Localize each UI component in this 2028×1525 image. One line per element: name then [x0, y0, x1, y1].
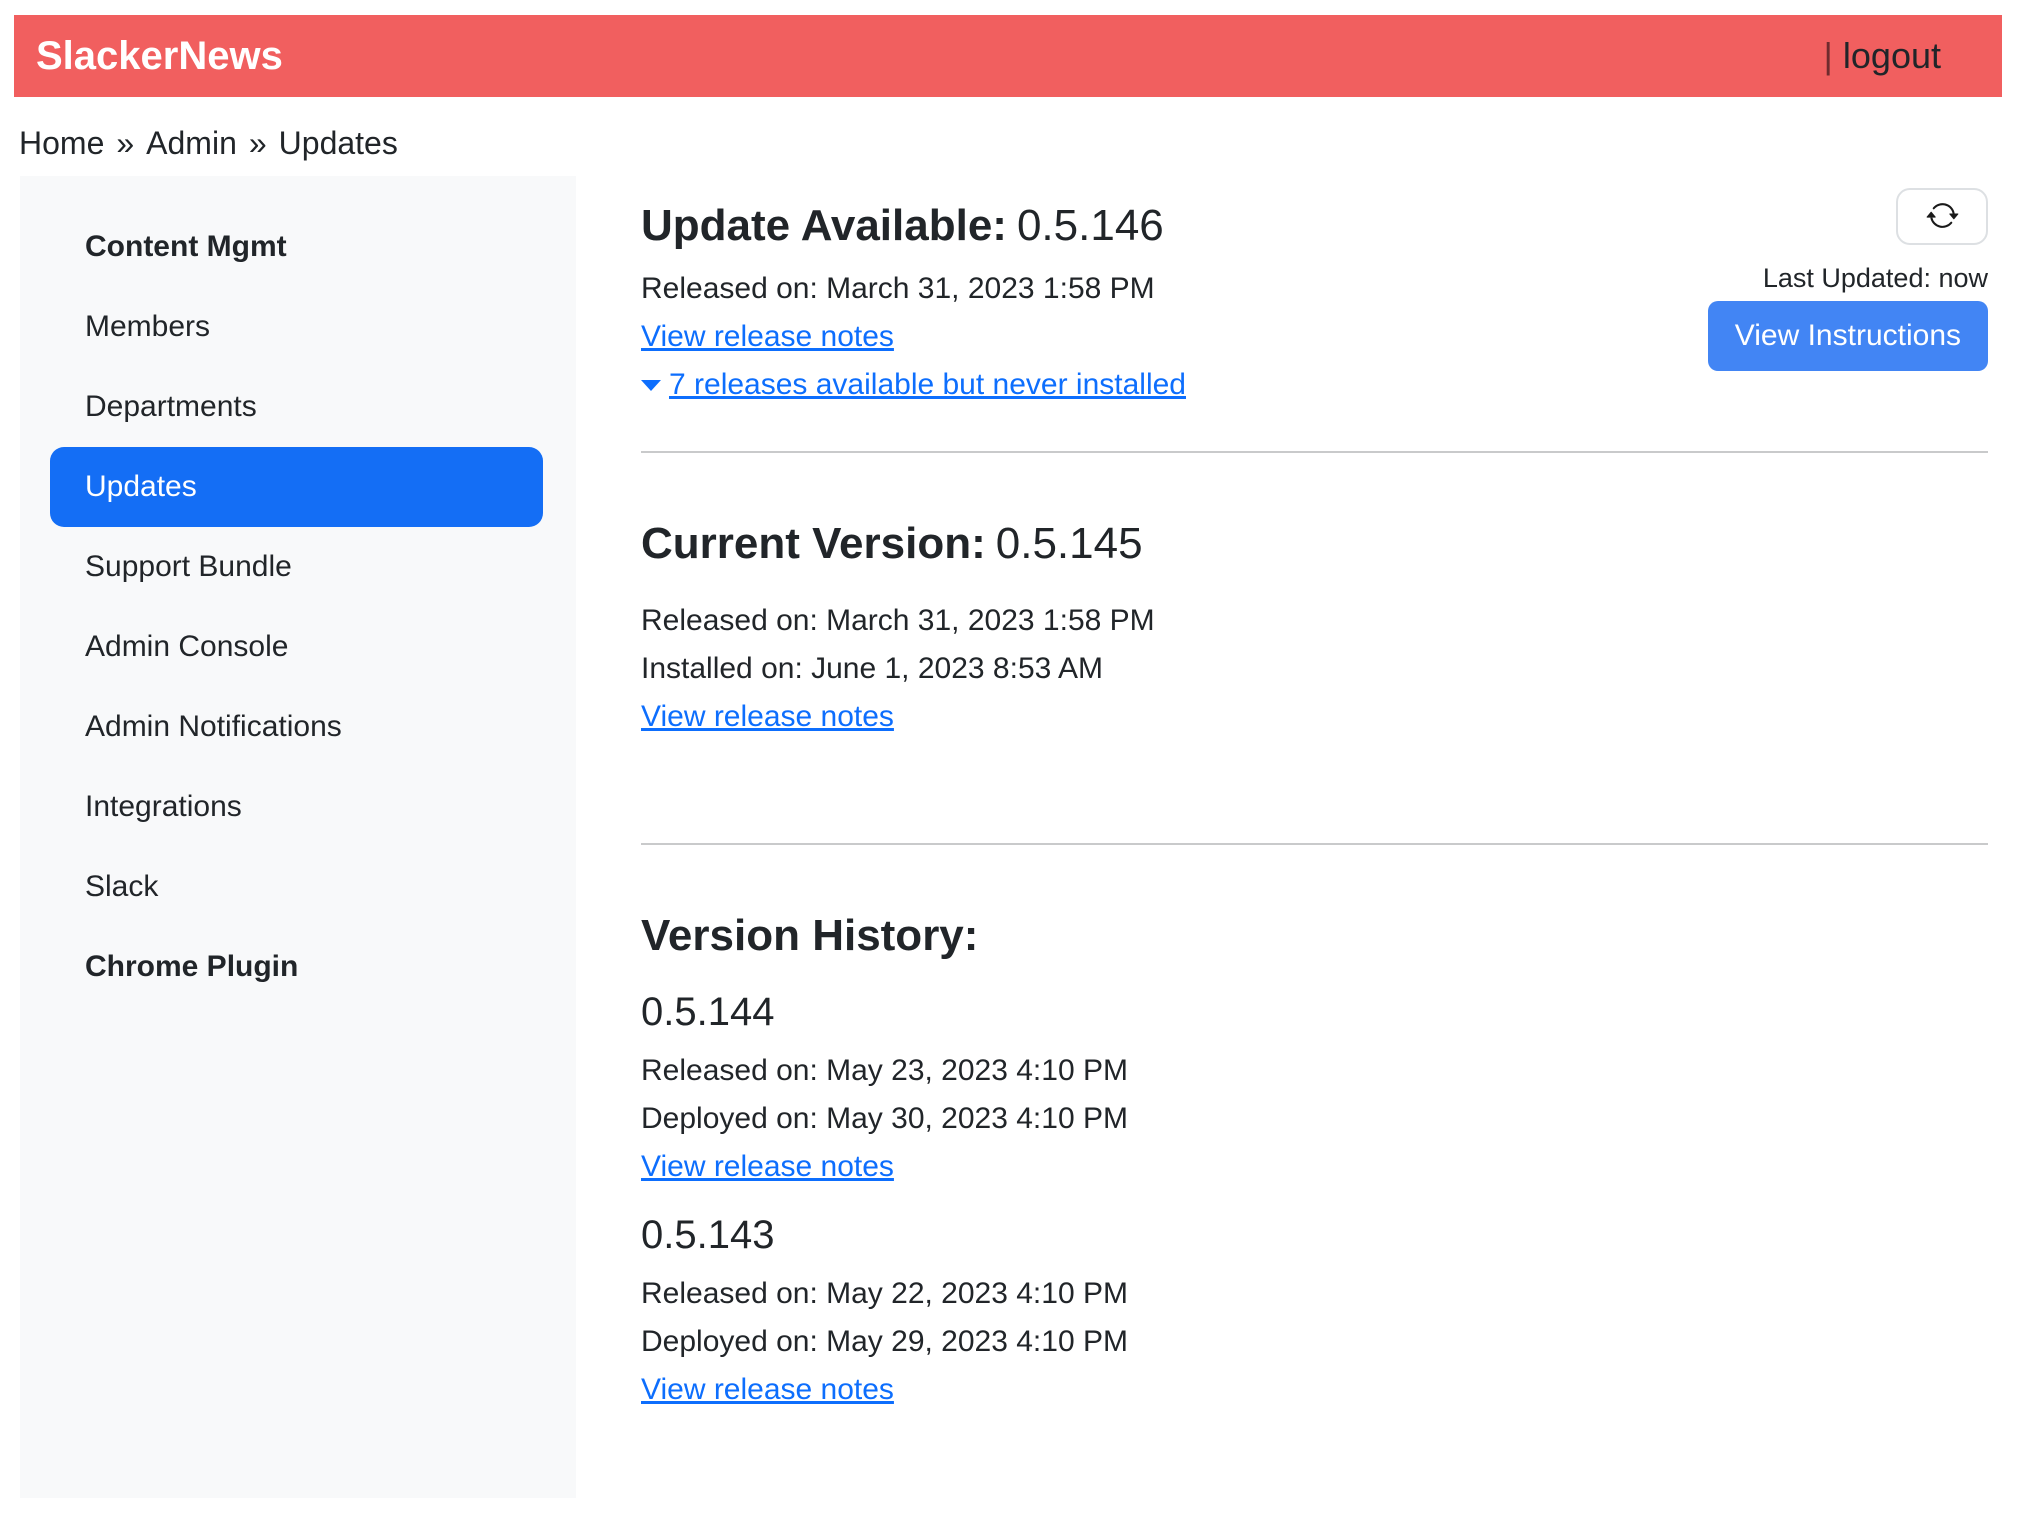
- sidebar-item-admin-console[interactable]: Admin Console: [50, 607, 543, 687]
- refresh-icon: [1926, 199, 1959, 235]
- update-release-notes-link[interactable]: View release notes: [641, 320, 894, 353]
- history-release-notes-link[interactable]: View release notes: [641, 1373, 894, 1406]
- current-released-on: Released on: March 31, 2023 1:58 PM: [641, 597, 1988, 645]
- section-divider: [641, 843, 1988, 845]
- current-version-label: Current Version:: [641, 519, 986, 568]
- logout-area: |logout: [1824, 35, 1941, 77]
- history-version-number: 0.5.143: [641, 1212, 1988, 1258]
- sidebar-item-content-mgmt[interactable]: Content Mgmt: [50, 207, 543, 287]
- view-instructions-button[interactable]: View Instructions: [1708, 301, 1988, 371]
- update-available-version: 0.5.146: [1017, 201, 1164, 250]
- brand-link[interactable]: SlackerNews: [36, 34, 283, 79]
- logout-link[interactable]: logout: [1843, 35, 1941, 76]
- history-released-on: Released on: May 22, 2023 4:10 PM: [641, 1270, 1988, 1318]
- current-release-notes-link[interactable]: View release notes: [641, 700, 894, 733]
- caret-down-icon: [641, 359, 661, 407]
- sidebar-item-slack[interactable]: Slack: [50, 847, 543, 927]
- history-deployed-on: Deployed on: May 29, 2023 4:10 PM: [641, 1318, 1988, 1366]
- history-released-on: Released on: May 23, 2023 4:10 PM: [641, 1047, 1988, 1095]
- update-available-label: Update Available:: [641, 201, 1007, 250]
- version-history-section: Version History: 0.5.144 Released on: Ma…: [641, 911, 1988, 1414]
- version-history-title: Version History:: [641, 911, 1988, 961]
- main-content: Last Updated: now View Instructions Upda…: [641, 176, 1988, 1414]
- section-divider: [641, 451, 1988, 453]
- sidebar-nav: Content Mgmt Members Departments Updates…: [20, 207, 576, 1007]
- history-version-number: 0.5.144: [641, 989, 1988, 1035]
- breadcrumb-separator: »: [249, 125, 267, 161]
- version-history-entry: 0.5.144 Released on: May 23, 2023 4:10 P…: [641, 989, 1988, 1191]
- history-release-notes-link[interactable]: View release notes: [641, 1150, 894, 1183]
- sidebar-item-chrome-plugin[interactable]: Chrome Plugin: [50, 927, 543, 1007]
- breadcrumb-updates: Updates: [279, 125, 398, 161]
- page-layout: Content Mgmt Members Departments Updates…: [0, 176, 2028, 1498]
- current-version-title: Current Version:0.5.145: [641, 519, 1988, 569]
- refresh-button[interactable]: [1896, 188, 1988, 245]
- breadcrumb-home[interactable]: Home: [19, 125, 104, 161]
- sidebar-item-departments[interactable]: Departments: [50, 367, 543, 447]
- sidebar-item-updates[interactable]: Updates: [50, 447, 543, 527]
- sidebar-item-support-bundle[interactable]: Support Bundle: [50, 527, 543, 607]
- breadcrumb-admin[interactable]: Admin: [146, 125, 237, 161]
- breadcrumb-separator: »: [116, 125, 134, 161]
- history-deployed-on: Deployed on: May 30, 2023 4:10 PM: [641, 1095, 1988, 1143]
- breadcrumb: Home » Admin » Updates: [0, 97, 2028, 176]
- logout-divider: |: [1824, 35, 1833, 76]
- sidebar-item-integrations[interactable]: Integrations: [50, 767, 543, 847]
- sidebar-item-members[interactable]: Members: [50, 287, 543, 367]
- update-available-title: Update Available:0.5.146: [641, 201, 1988, 251]
- releases-available-link[interactable]: 7 releases available but never installed: [641, 368, 1186, 401]
- current-installed-on: Installed on: June 1, 2023 8:53 AM: [641, 645, 1988, 693]
- current-version-section: Current Version:0.5.145 Released on: Mar…: [641, 519, 1988, 741]
- version-history-entry: 0.5.143 Released on: May 22, 2023 4:10 P…: [641, 1212, 1988, 1414]
- app-header: SlackerNews |logout: [14, 15, 2002, 97]
- last-updated-text: Last Updated: now: [1763, 261, 1988, 295]
- sidebar: Content Mgmt Members Departments Updates…: [20, 176, 576, 1498]
- sidebar-item-admin-notifications[interactable]: Admin Notifications: [50, 687, 543, 767]
- current-version-number: 0.5.145: [996, 519, 1143, 568]
